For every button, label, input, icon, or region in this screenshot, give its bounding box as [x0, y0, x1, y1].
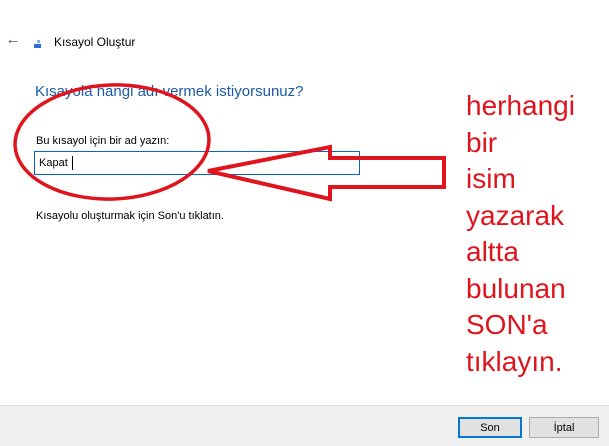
shortcut-name-input[interactable]: [34, 151, 360, 175]
finish-button[interactable]: Son: [458, 417, 522, 438]
annotation-line: altta: [466, 236, 519, 267]
name-field-label: Bu kısayol için bir ad yazın:: [36, 135, 170, 147]
annotation-line: bulunan: [466, 272, 566, 304]
annotation-line: isim: [466, 163, 516, 194]
annotation-line: herhangi: [466, 90, 575, 121]
annotation-line: bir: [466, 126, 498, 158]
cancel-button[interactable]: İptal: [529, 417, 599, 438]
annotation-line: SON'a: [466, 309, 548, 340]
back-arrow-icon[interactable]: ←: [4, 31, 22, 49]
annotation-text: herhangi bir isim yazarak altta bulunan …: [466, 88, 609, 380]
annotation-line: tıklayın.: [466, 345, 563, 377]
text-caret: [72, 156, 73, 170]
annotation-line: yazarak: [466, 199, 565, 231]
finish-instruction: Kısayolu oluşturmak için Son'u tıklatın.: [36, 210, 224, 222]
shortcut-icon: [34, 40, 41, 48]
dialog-footer: Son İptal: [0, 405, 609, 446]
title-bar: ← Kısayol Oluştur: [0, 0, 609, 84]
page-heading: Kısayola hangi adı vermek istiyorsunuz?: [35, 83, 304, 100]
window-title: Kısayol Oluştur: [54, 35, 136, 49]
